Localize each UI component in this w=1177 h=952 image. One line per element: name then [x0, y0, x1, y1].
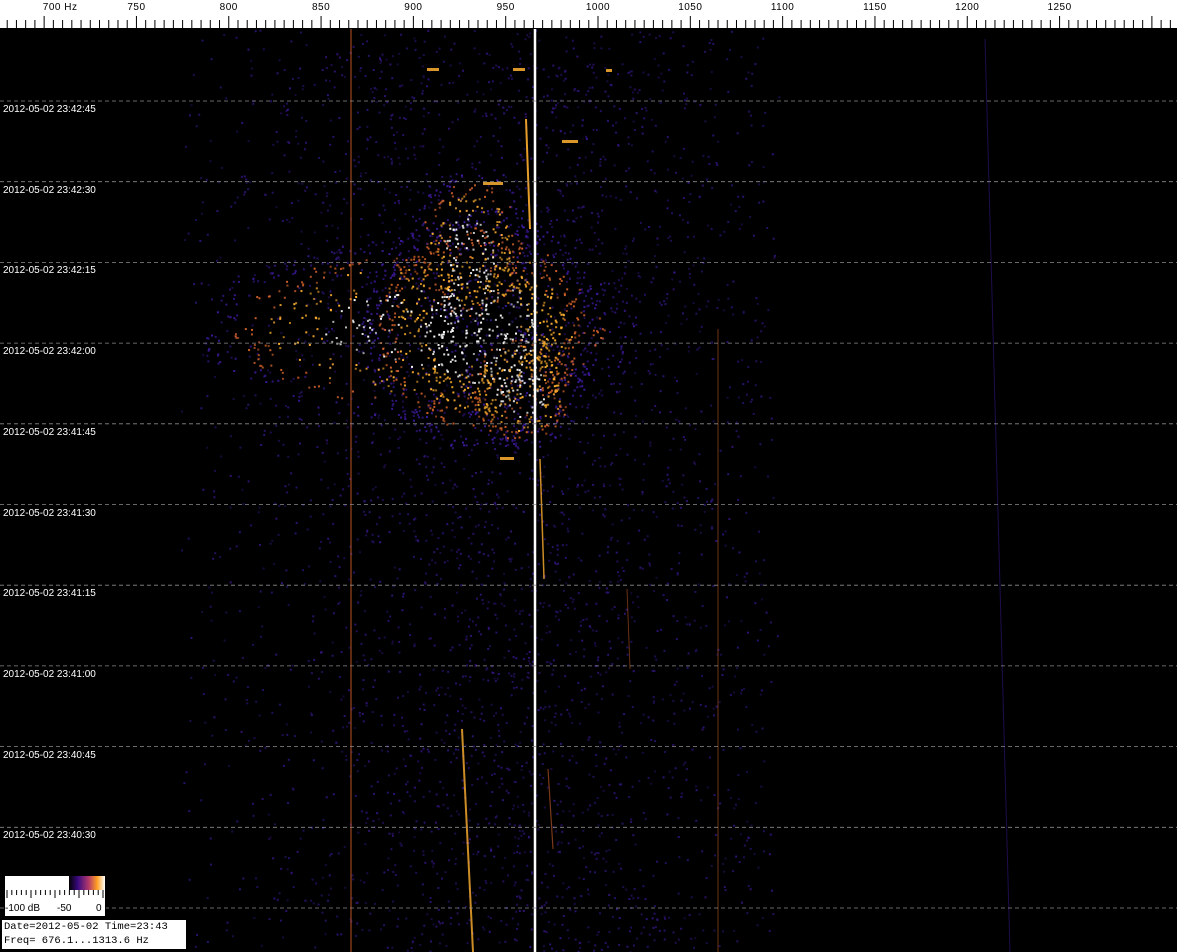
frequency-tick-label: 750 [127, 2, 146, 13]
color-scale-ticks [6, 890, 104, 898]
info-frequency-range: Freq= 676.1...1313.6 Hz [4, 935, 149, 947]
frequency-tick-label: 1000 [585, 2, 611, 13]
info-panel: Date=2012-05-02 Time=23:43 Freq= 676.1..… [1, 919, 187, 950]
time-label: 2012-05-02 23:40:30 [3, 830, 96, 842]
frequency-tick-label: 800 [219, 2, 238, 13]
time-label: 2012-05-02 23:42:45 [3, 104, 96, 115]
time-label: 2012-05-02 23:41:00 [3, 668, 96, 680]
time-label: 2012-05-02 23:40:45 [3, 749, 96, 761]
color-scale-mid-label: -50 [57, 903, 72, 914]
time-label: 2012-05-02 23:41:30 [3, 507, 96, 519]
frequency-tick-label: 1200 [955, 2, 980, 13]
color-scale-gradient [69, 876, 105, 890]
info-date-time: Date=2012-05-02 Time=23:43 [4, 921, 168, 933]
time-label: 2012-05-02 23:42:15 [3, 265, 96, 277]
frequency-tick-label: 1150 [863, 2, 887, 13]
frequency-tick-label: 1100 [770, 2, 795, 13]
time-label: 2012-05-02 23:42:30 [3, 184, 96, 196]
color-scale-legend: -100 dB -50 0 [4, 875, 106, 917]
frequency-tick-label: 700 Hz [42, 2, 78, 13]
frequency-tick-label: 850 [311, 2, 331, 13]
frequency-tick-label: 1050 [678, 2, 703, 13]
frequency-tick-label: 1250 [1047, 2, 1072, 13]
time-label: 2012-05-02 23:41:45 [3, 426, 96, 438]
time-gridlines [0, 100, 1177, 909]
meteor-echo-blob [205, 173, 635, 451]
frequency-ruler: 700 Hz 750 800 850 900 950 1000 1050 1100 1150 120… [0, 0, 1177, 29]
noise-floor [180, 29, 781, 952]
signal-traces [350, 29, 1011, 952]
frequency-tick-label: 950 [496, 2, 515, 13]
color-scale-max-label: 0 [96, 903, 102, 914]
frequency-tick-label: 900 [404, 2, 423, 13]
time-label: 2012-05-02 23:42:00 [3, 346, 96, 358]
time-label: 2012-05-02 23:41:15 [3, 588, 96, 600]
spectrogram-waterfall [0, 29, 1177, 952]
color-scale-min-label: -100 dB [5, 903, 41, 914]
